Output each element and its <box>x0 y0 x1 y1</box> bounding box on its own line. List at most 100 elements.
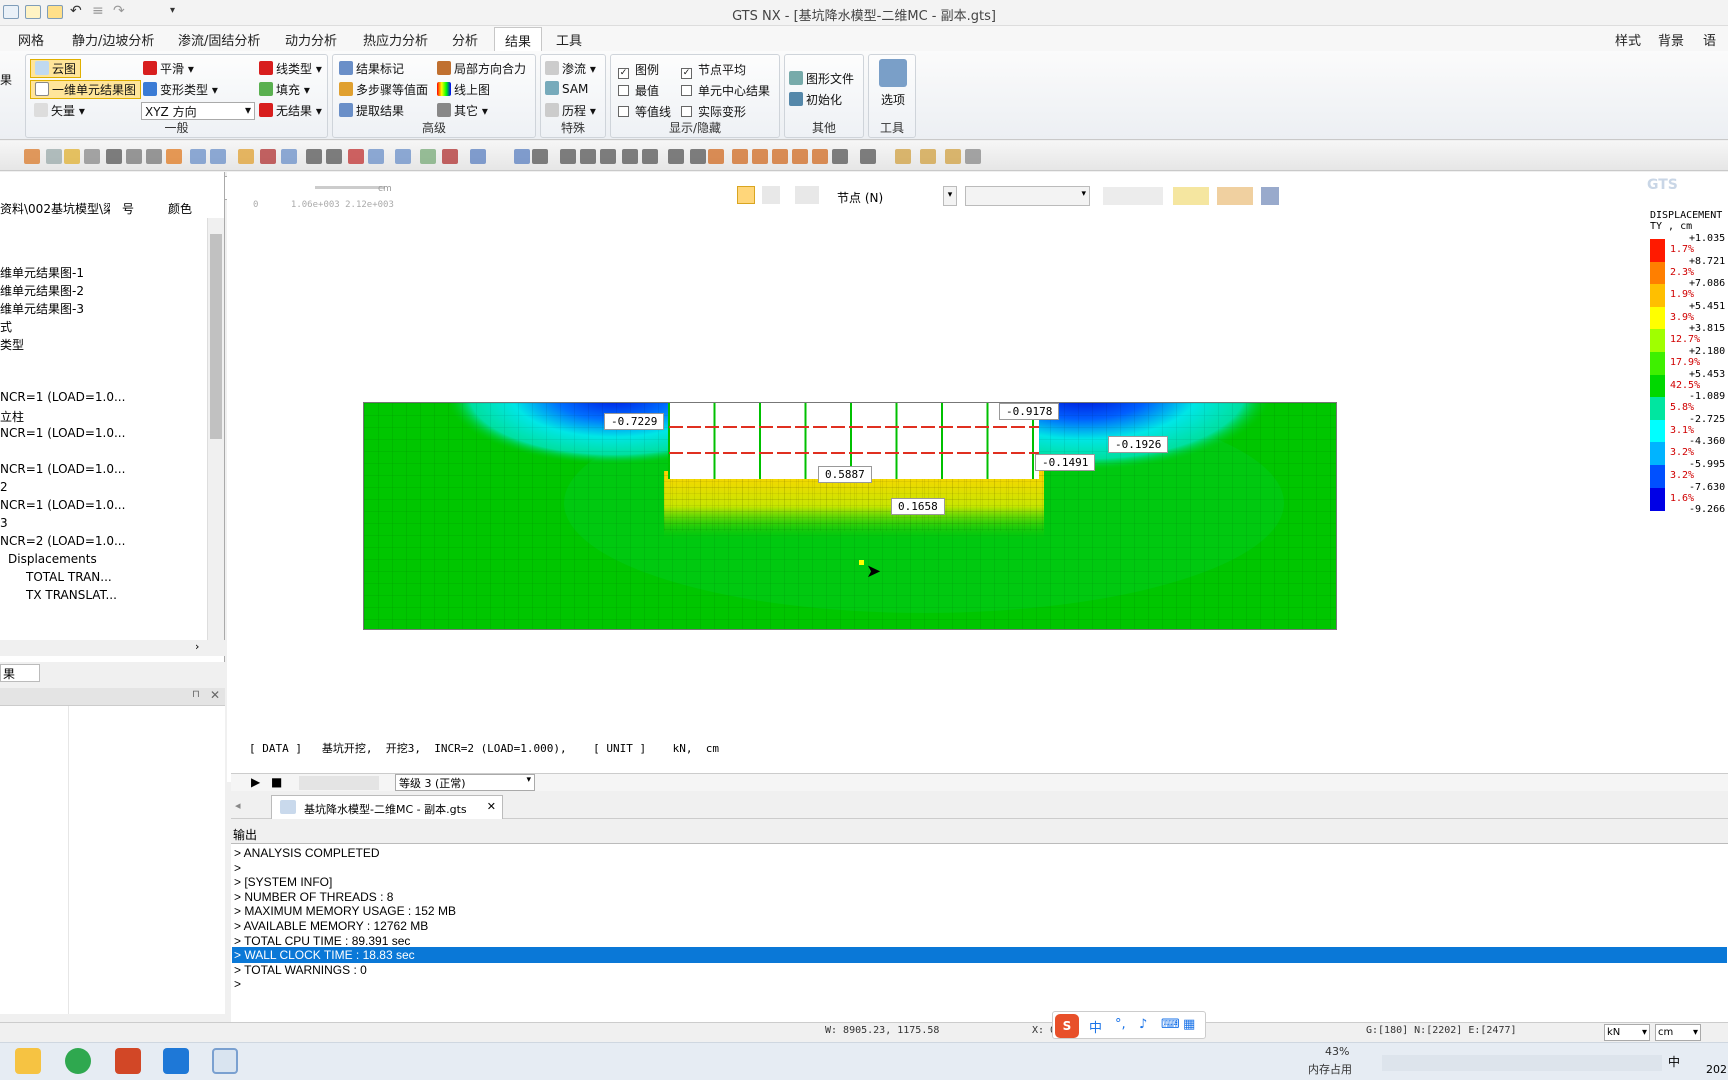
toolbar-tool-icon[interactable] <box>238 149 254 164</box>
menu-static[interactable]: 静力/边坡分析 <box>72 30 154 49</box>
filter-icon[interactable] <box>795 186 819 204</box>
gts-nx-taskbar-icon[interactable] <box>212 1048 238 1074</box>
menu-tools[interactable]: 工具 <box>556 30 582 49</box>
extract-result-button[interactable]: 提取结果 <box>339 102 404 119</box>
menu-dynamic[interactable]: 动力分析 <box>285 30 337 49</box>
toolbar-tool-icon[interactable] <box>580 149 596 164</box>
sam-button[interactable]: SAM <box>545 81 588 96</box>
powerpoint-icon[interactable] <box>115 1048 141 1074</box>
play-icon[interactable]: ▶ <box>251 775 260 789</box>
tree-item[interactable]: 维单元结果图-3 <box>0 300 84 317</box>
toolbar-tool-icon[interactable] <box>708 149 724 164</box>
element-center-checkbox[interactable]: 单元中心结果 <box>681 82 770 99</box>
punct-icon[interactable]: °, <box>1115 1017 1126 1032</box>
toolbar-tool-icon[interactable] <box>965 149 981 164</box>
menu-seepage[interactable]: 渗流/固结分析 <box>178 30 260 49</box>
toolbar-tool-icon[interactable] <box>24 149 40 164</box>
keyboard-icon[interactable]: ⌨ <box>1161 1017 1180 1032</box>
toolbar-tool-icon[interactable] <box>690 149 706 164</box>
tray-icons[interactable] <box>1382 1055 1662 1071</box>
local-dir-force-button[interactable]: 局部方向合力 <box>437 60 526 77</box>
toolbar-tool-icon[interactable] <box>732 149 748 164</box>
toolbar-tool-icon[interactable] <box>642 149 658 164</box>
history-button[interactable]: 历程 ▾ <box>545 102 596 119</box>
tree-item[interactable]: 维单元结果图-1 <box>0 264 84 281</box>
toolbar-tool-icon[interactable] <box>470 149 486 164</box>
contour-model[interactable]: -0.7229 -0.9178 -0.1926 -0.1491 0.5887 0.1658 <box>363 402 1337 630</box>
options-button[interactable]: 选项 <box>881 91 905 108</box>
toolbar-tool-icon[interactable] <box>600 149 616 164</box>
mic-icon[interactable]: ♪ <box>1139 1017 1147 1032</box>
ime-lang[interactable]: 中 <box>1089 1017 1102 1036</box>
tree-item[interactable]: NCR=2 (LOAD=1.0... <box>0 534 125 548</box>
fill-button[interactable]: 填充 ▾ <box>259 81 310 98</box>
tree-hscroll[interactable]: › <box>0 640 225 656</box>
tree-item[interactable]: NCR=1 (LOAD=1.0... <box>0 390 125 404</box>
multistep-iso-button[interactable]: 多步骤等值面 <box>339 81 428 98</box>
menu-results[interactable]: 结果 <box>494 27 543 52</box>
on-line-graph-button[interactable]: 线上图 <box>437 81 490 98</box>
toolbar-tool-icon[interactable] <box>420 149 436 164</box>
photos-icon[interactable] <box>163 1048 189 1074</box>
one-d-result-button[interactable]: 一维单元结果图 <box>30 80 142 99</box>
pin-icon[interactable]: ⊓ <box>192 689 200 700</box>
toolbar-tool-icon[interactable] <box>306 149 322 164</box>
toolbar-tool-icon[interactable] <box>945 149 961 164</box>
toolbar-tool-icon[interactable] <box>792 149 808 164</box>
image-file-button[interactable]: 图形文件 <box>789 70 854 87</box>
scroll-right-icon[interactable]: › <box>195 640 199 653</box>
snap-tools-icons[interactable] <box>1103 187 1163 205</box>
toolbar-tool-icon[interactable] <box>210 149 226 164</box>
toolbar-tool-icon[interactable] <box>106 149 122 164</box>
toolbar-tool-icon[interactable] <box>895 149 911 164</box>
tree-item[interactable]: TX TRANSLAT... <box>26 588 117 602</box>
initialize-button[interactable]: 初始化 <box>789 91 842 108</box>
menu-style[interactable]: 样式 <box>1615 30 1641 49</box>
smooth-button[interactable]: 平滑 ▾ <box>143 60 194 77</box>
stop-icon[interactable]: ■ <box>271 775 282 789</box>
toolbar-tool-icon[interactable] <box>812 149 828 164</box>
toolbar-tool-icon[interactable] <box>668 149 684 164</box>
toolbar-tool-icon[interactable] <box>126 149 142 164</box>
browser-icon[interactable] <box>65 1048 91 1074</box>
toolbar-tool-icon[interactable] <box>190 149 206 164</box>
toolbar-tool-icon[interactable] <box>920 149 936 164</box>
xyz-direction-select[interactable]: XYZ 方向 ▾ <box>141 102 255 120</box>
display-tools-icons[interactable] <box>1173 187 1209 205</box>
line-type-button[interactable]: 线类型 ▾ <box>259 60 322 77</box>
real-deform-checkbox[interactable]: 实际变形 <box>681 103 746 120</box>
toolbar-tool-icon[interactable] <box>368 149 384 164</box>
tab-scroll-left-icon[interactable]: ◂ <box>235 799 241 812</box>
toolbar-tool-icon[interactable] <box>395 149 411 164</box>
tree-item[interactable]: 立柱 <box>0 408 24 425</box>
view-compass-icons[interactable] <box>1217 187 1253 205</box>
no-result-button[interactable]: 无结果 ▾ <box>259 102 322 119</box>
toolbar-tool-icon[interactable] <box>348 149 364 164</box>
output-tool-icons[interactable] <box>299 776 379 790</box>
toolbar-tool-icon[interactable] <box>832 149 848 164</box>
tree-tab-results[interactable]: 果 <box>0 664 40 682</box>
contour-line-checkbox[interactable]: 等值线 <box>618 103 671 120</box>
pick-icon[interactable] <box>762 186 780 204</box>
toolbar-tool-icon[interactable] <box>260 149 276 164</box>
toolbar-tool-icon[interactable] <box>860 149 876 164</box>
panel-close-icon[interactable]: ✕ <box>210 688 220 702</box>
menu-background[interactable]: 背景 <box>1658 30 1684 49</box>
node-select-dropdown[interactable]: ▾ <box>943 186 957 206</box>
tree-item[interactable]: 2 <box>0 480 8 494</box>
tree-item[interactable]: TOTAL TRAN... <box>26 570 112 584</box>
deform-type-button[interactable]: 变形类型 ▾ <box>143 81 218 98</box>
contour-button[interactable]: 云图 <box>30 59 82 78</box>
tree-item[interactable]: NCR=1 (LOAD=1.0... <box>0 426 125 440</box>
max-value-checkbox[interactable]: 最值 <box>618 82 659 99</box>
toolbar-tool-icon[interactable] <box>560 149 576 164</box>
tree-item[interactable]: 式 <box>0 318 12 335</box>
tree-item[interactable]: 维单元结果图-2 <box>0 282 84 299</box>
toolbar-tool-icon[interactable] <box>532 149 548 164</box>
toolbar-tool-icon[interactable] <box>772 149 788 164</box>
seepage-button[interactable]: 渗流 ▾ <box>545 60 596 77</box>
tray-lang[interactable]: 中 <box>1668 1053 1680 1070</box>
toolbar-tool-icon[interactable] <box>146 149 162 164</box>
menu-analysis[interactable]: 分析 <box>452 30 478 49</box>
grid-icon[interactable]: ▦ <box>1183 1017 1195 1032</box>
